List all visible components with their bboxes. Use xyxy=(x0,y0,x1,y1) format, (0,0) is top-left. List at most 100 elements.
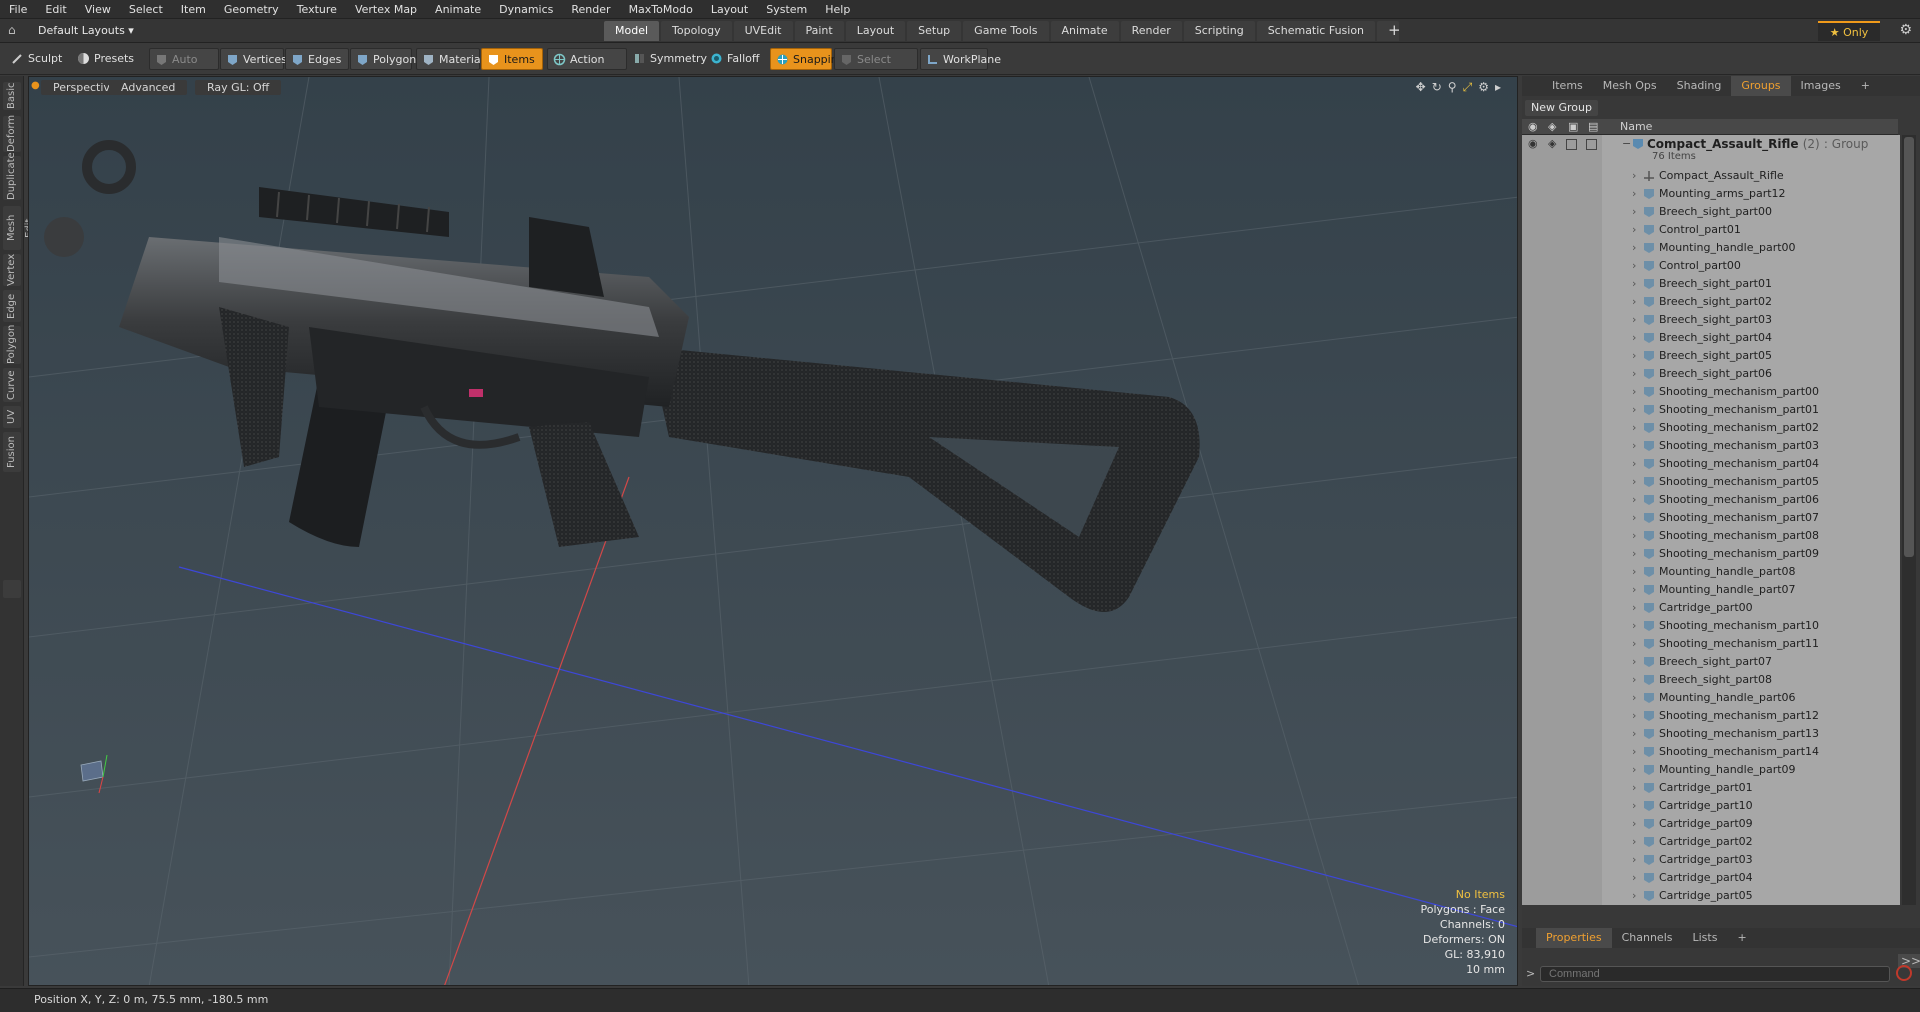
expand-arrow-icon[interactable]: › xyxy=(1632,383,1636,401)
menu-item-help[interactable]: Help xyxy=(816,0,859,19)
list-item[interactable]: › Mounting_handle_part06 xyxy=(1522,689,1900,707)
list-item[interactable]: › Breech_sight_part03 xyxy=(1522,311,1900,329)
left-tab-polygon[interactable]: Polygon xyxy=(3,325,21,364)
list-item[interactable]: › Breech_sight_part00 xyxy=(1522,203,1900,221)
expand-arrow-icon[interactable]: › xyxy=(1632,599,1636,617)
menu-item-vertex-map[interactable]: Vertex Map xyxy=(346,0,426,19)
tab-schematic-fusion[interactable]: Schematic Fusion xyxy=(1256,21,1376,41)
left-tab-basic[interactable]: Basic xyxy=(3,82,21,110)
list-item[interactable]: › Cartridge_part02 xyxy=(1522,833,1900,851)
tab-topology[interactable]: Topology xyxy=(661,21,732,41)
scrollbar-thumb[interactable] xyxy=(1904,137,1914,557)
menu-item-select[interactable]: Select xyxy=(120,0,172,19)
3d-viewport[interactable]: ● Perspective Advanced Ray GL: Off ✥ ↻ ⚲… xyxy=(28,76,1518,986)
expand-arrow-icon[interactable]: › xyxy=(1632,707,1636,725)
list-item[interactable]: › Breech_sight_part05 xyxy=(1522,347,1900,365)
settings-icon[interactable]: ⚙ xyxy=(1478,80,1489,95)
tab-render[interactable]: Render xyxy=(1120,21,1182,41)
list-item[interactable]: › Cartridge_part05 xyxy=(1522,887,1900,905)
expand-arrow-icon[interactable]: › xyxy=(1632,347,1636,365)
list-item[interactable]: › Breech_sight_part07 xyxy=(1522,653,1900,671)
tab-game-tools[interactable]: Game Tools xyxy=(963,21,1049,41)
select-column-icon[interactable]: ▤ xyxy=(1588,120,1598,133)
tab-scripting[interactable]: Scripting xyxy=(1183,21,1255,41)
panel-tab-mesh-ops[interactable]: Mesh Ops xyxy=(1593,76,1667,96)
action-center-button[interactable]: Action Center xyxy=(547,48,627,88)
list-item[interactable]: › Mounting_handle_part00 xyxy=(1522,239,1900,257)
list-item[interactable]: › Cartridge_part09 xyxy=(1522,815,1900,833)
menu-item-animate[interactable]: Animate xyxy=(426,0,490,19)
expand-arrow-icon[interactable]: › xyxy=(1632,401,1636,419)
tab-paint[interactable]: Paint xyxy=(794,21,844,41)
expand-arrow-icon[interactable]: › xyxy=(1632,221,1636,239)
expand-arrow-icon[interactable]: › xyxy=(1632,203,1636,221)
list-item[interactable]: › Breech_sight_part02 xyxy=(1522,293,1900,311)
expand-arrow-icon[interactable]: › xyxy=(1632,329,1636,347)
left-tab-uv[interactable]: UV xyxy=(3,406,21,428)
shading-mode-button[interactable]: Advanced xyxy=(109,80,188,95)
expand-arrow-icon[interactable]: › xyxy=(1632,527,1636,545)
expand-arrow-icon[interactable]: › xyxy=(1632,689,1636,707)
menu-item-dynamics[interactable]: Dynamics xyxy=(490,0,562,19)
list-item[interactable]: › Breech_sight_part04 xyxy=(1522,329,1900,347)
list-item[interactable]: › Shooting_mechanism_part02 xyxy=(1522,419,1900,437)
layout-lock-icon[interactable]: ⌂ xyxy=(8,23,16,37)
list-item[interactable]: › Shooting_mechanism_part09 xyxy=(1522,545,1900,563)
list-item[interactable]: › Shooting_mechanism_part14 xyxy=(1522,743,1900,761)
lock-column-icon[interactable]: ▣ xyxy=(1568,120,1578,133)
list-item[interactable]: › Breech_sight_part06 xyxy=(1522,365,1900,383)
list-item[interactable]: › Compact_Assault_Rifle xyxy=(1522,167,1900,185)
list-item[interactable]: › Shooting_mechanism_part07 xyxy=(1522,509,1900,527)
panel-tab-images[interactable]: Images xyxy=(1791,76,1851,96)
list-item[interactable]: › Shooting_mechanism_part00 xyxy=(1522,383,1900,401)
left-tab-duplicate[interactable]: Duplicate xyxy=(3,152,21,200)
list-item[interactable]: › Cartridge_part01 xyxy=(1522,779,1900,797)
expand-arrow-icon[interactable]: › xyxy=(1632,815,1636,833)
group-item-list[interactable]: ◉ ◈ − Compact_Assault_Rifle (2) : Group … xyxy=(1522,135,1900,905)
polygons-button[interactable]: Polygons xyxy=(350,48,422,70)
expand-arrow-icon[interactable]: › xyxy=(1632,491,1636,509)
expand-arrow-icon[interactable]: › xyxy=(1632,473,1636,491)
bottom-tab-channels[interactable]: Channels xyxy=(1612,928,1683,948)
render-column-icon[interactable]: ◈ xyxy=(1548,120,1556,133)
bottom-tab-properties[interactable]: Properties xyxy=(1536,928,1612,948)
edges-button[interactable]: Edges2 xyxy=(285,48,349,87)
list-item[interactable]: › Shooting_mechanism_part03 xyxy=(1522,437,1900,455)
list-item[interactable]: › Breech_sight_part08 xyxy=(1522,671,1900,689)
expand-arrow-icon[interactable]: › xyxy=(1632,365,1636,383)
expand-arrow-icon[interactable]: › xyxy=(1632,671,1636,689)
items-button[interactable]: Items5 xyxy=(481,48,543,87)
expand-arrow-icon[interactable]: › xyxy=(1632,257,1636,275)
expand-arrow-icon[interactable]: › xyxy=(1632,581,1636,599)
only-toggle[interactable]: ★ Only xyxy=(1818,21,1880,41)
add-bottom-tab-icon[interactable]: + xyxy=(1727,928,1756,948)
list-item[interactable]: › Shooting_mechanism_part11 xyxy=(1522,635,1900,653)
rotate-icon[interactable]: ↻ xyxy=(1432,80,1442,95)
menu-item-system[interactable]: System xyxy=(757,0,816,19)
tab-model[interactable]: Model xyxy=(604,21,660,41)
left-tab-curve[interactable]: Curve xyxy=(3,368,21,402)
expand-arrow-icon[interactable]: › xyxy=(1632,293,1636,311)
menu-item-maxtomodo[interactable]: MaxToModo xyxy=(620,0,702,19)
expand-arrow-icon[interactable]: › xyxy=(1632,545,1636,563)
expand-arrow-icon[interactable]: › xyxy=(1632,185,1636,203)
list-item[interactable]: › Shooting_mechanism_part10 xyxy=(1522,617,1900,635)
list-item[interactable]: › Shooting_mechanism_part08 xyxy=(1522,527,1900,545)
list-item[interactable]: › Mounting_handle_part08 xyxy=(1522,563,1900,581)
expand-arrow-icon[interactable]: › xyxy=(1632,167,1636,185)
workplane-button[interactable]: WorkPlane xyxy=(920,48,1001,70)
list-item[interactable]: › Shooting_mechanism_part05 xyxy=(1522,473,1900,491)
expand-arrow-icon[interactable]: › xyxy=(1632,869,1636,887)
list-item[interactable]: › Shooting_mechanism_part13 xyxy=(1522,725,1900,743)
expand-arrow-icon[interactable]: › xyxy=(1632,635,1636,653)
left-tab-vertex[interactable]: Vertex xyxy=(3,254,21,286)
symmetry-button[interactable]: Symmetry xyxy=(628,48,707,70)
list-scrollbar[interactable] xyxy=(1902,135,1916,905)
panel-tab-groups[interactable]: Groups xyxy=(1731,76,1791,96)
zoom-icon[interactable]: ⚲ xyxy=(1448,80,1457,95)
expand-arrow-icon[interactable]: › xyxy=(1632,275,1636,293)
expand-arrow-icon[interactable]: › xyxy=(1632,311,1636,329)
raygl-button[interactable]: Ray GL: Off xyxy=(195,80,282,95)
expand-arrow-icon[interactable]: › xyxy=(1632,797,1636,815)
left-tab-edge[interactable]: Edge xyxy=(3,290,21,322)
